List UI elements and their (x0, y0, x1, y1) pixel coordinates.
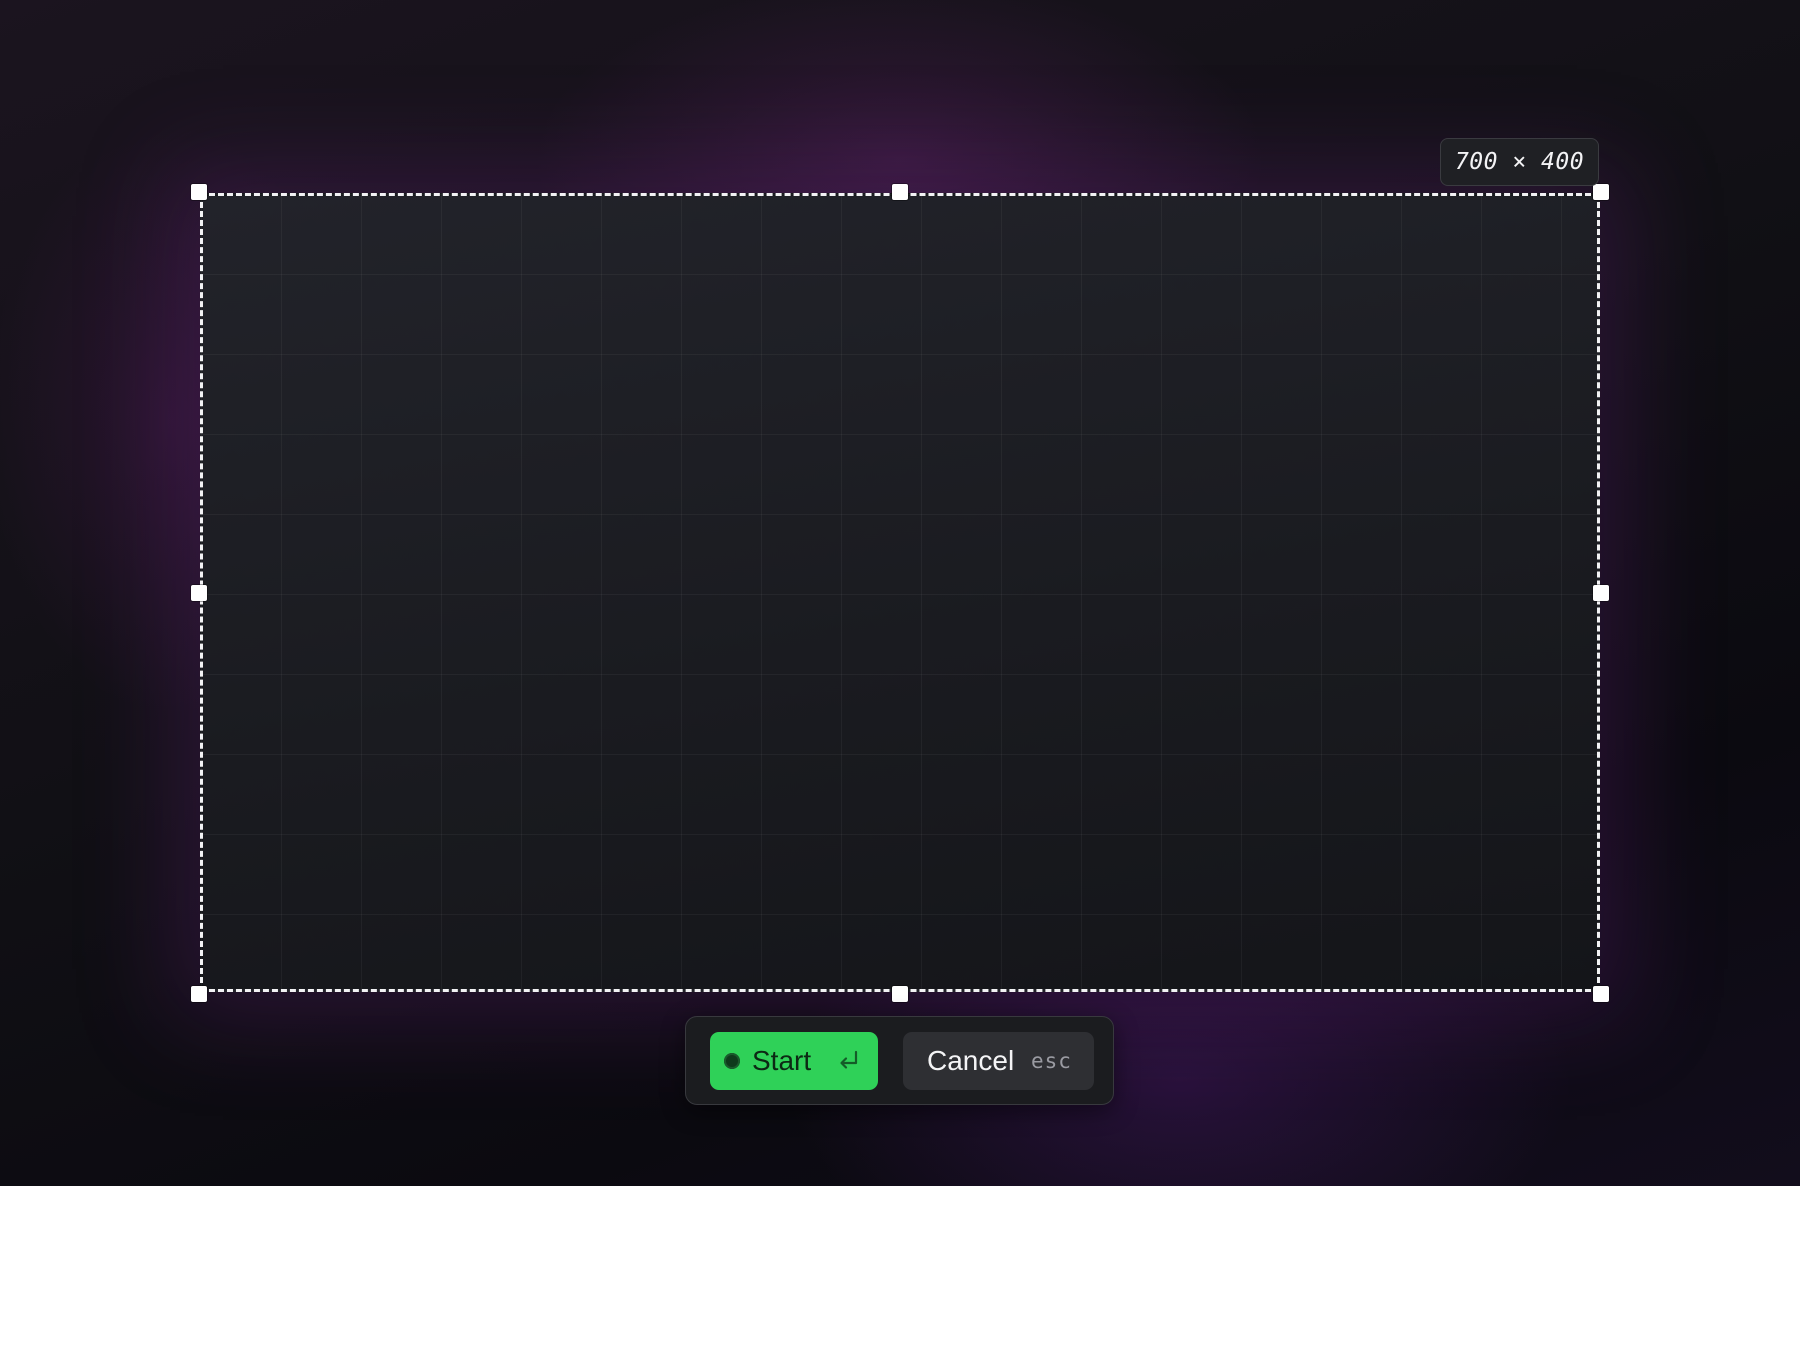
resize-handle-middle-right[interactable] (1593, 585, 1609, 601)
capture-selection-area[interactable] (200, 193, 1600, 992)
record-dot-icon (724, 1053, 740, 1069)
esc-shortcut-hint: esc (1031, 1049, 1072, 1073)
capture-toolbar: Start Cancel esc (685, 1016, 1114, 1105)
selection-size-badge: 700 × 400 (1440, 138, 1599, 186)
resize-handle-top-center[interactable] (892, 184, 908, 200)
resize-handle-bottom-center[interactable] (892, 986, 908, 1002)
resize-handle-top-right[interactable] (1593, 184, 1609, 200)
start-button-label: Start (752, 1045, 812, 1076)
cancel-button-label: Cancel (927, 1045, 1015, 1076)
return-arrow-icon (840, 1050, 858, 1069)
screen-overlay: 700 × 400 Start Cancel esc (0, 0, 1800, 1186)
cancel-button[interactable]: Cancel esc (903, 1032, 1094, 1090)
resize-handle-bottom-left[interactable] (191, 986, 207, 1002)
resize-handle-top-left[interactable] (191, 184, 207, 200)
start-button[interactable]: Start (710, 1032, 878, 1090)
resize-handle-middle-left[interactable] (191, 585, 207, 601)
resize-handle-bottom-right[interactable] (1593, 986, 1609, 1002)
